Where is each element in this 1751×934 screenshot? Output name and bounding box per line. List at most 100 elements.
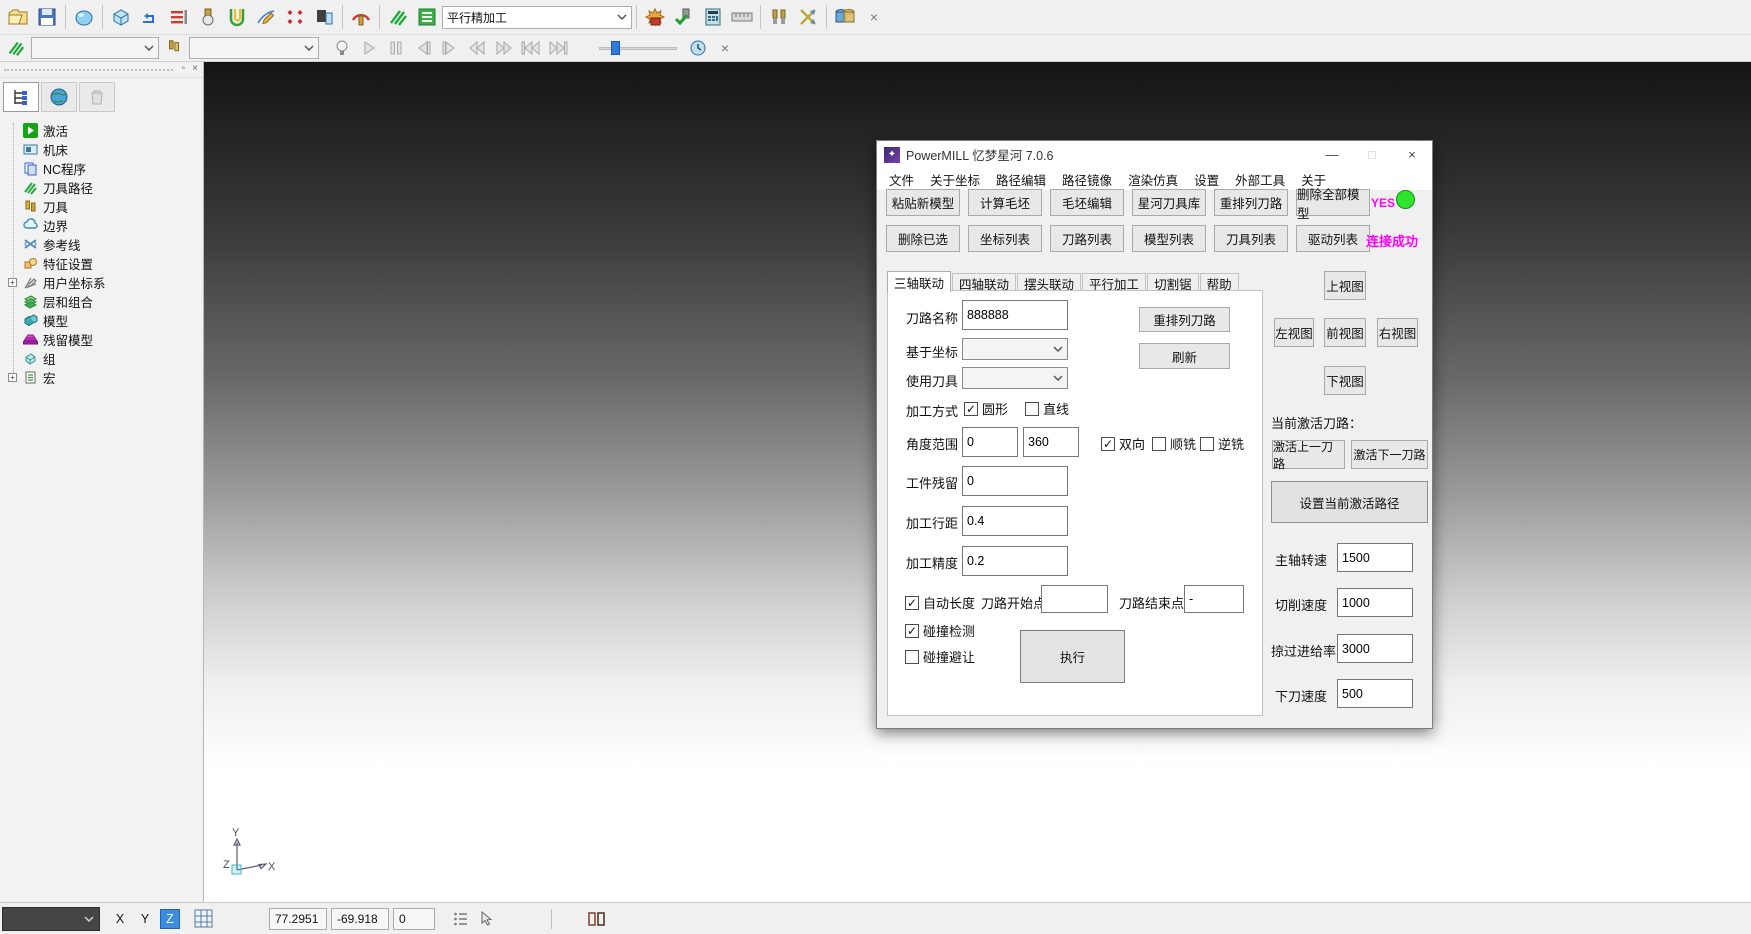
tab-3axis[interactable]: 三轴联动 xyxy=(887,271,951,292)
paste-model-button[interactable]: 粘贴新模型 xyxy=(886,189,960,216)
delete-all-models-button[interactable]: 删除全部模型 xyxy=(1296,189,1370,216)
step-forward-icon[interactable] xyxy=(438,37,462,59)
rearrange-button[interactable]: 重排列刀路 xyxy=(1139,307,1230,332)
simulation-speed-slider[interactable] xyxy=(599,40,677,56)
tree-item-toolpaths[interactable]: 刀具路径 xyxy=(6,178,203,197)
angle-from-input[interactable] xyxy=(962,427,1018,457)
auto-length-checkbox[interactable]: ✓ 自动长度 xyxy=(905,593,975,612)
curve-pencil-icon[interactable] xyxy=(252,3,280,31)
plunge-speed-input[interactable] xyxy=(1337,679,1413,708)
view-bottom-button[interactable]: 下视图 xyxy=(1324,366,1366,395)
skim-feed-input[interactable] xyxy=(1337,634,1413,663)
tool-list-button[interactable]: 刀具列表 xyxy=(1214,225,1288,252)
toolpath-list-button[interactable]: 刀路列表 xyxy=(1050,225,1124,252)
delete-selected-button[interactable]: 删除已选 xyxy=(886,225,960,252)
activate-prev-button[interactable]: 激活上一刀路 xyxy=(1272,440,1345,469)
drive-list-button[interactable]: 驱动列表 xyxy=(1296,225,1370,252)
tree-item-feature-sets[interactable]: 特征设置 xyxy=(6,254,203,273)
tool-pair-icon[interactable] xyxy=(765,3,793,31)
stock-edit-button[interactable]: 毛坯编辑 xyxy=(1050,189,1124,216)
tool-select-dropdown[interactable] xyxy=(189,37,319,59)
tool-holder-icon[interactable] xyxy=(310,3,338,31)
minimize-button[interactable]: — xyxy=(1312,141,1352,168)
trash-tab[interactable] xyxy=(79,82,115,112)
clock-icon[interactable] xyxy=(686,37,710,59)
pointer-icon[interactable] xyxy=(479,911,495,927)
set-active-path-button[interactable]: 设置当前激活路径 xyxy=(1271,481,1428,523)
points-pattern-icon[interactable] xyxy=(281,3,309,31)
float-panel-icon[interactable]: ▫ xyxy=(181,63,185,74)
cylinders-icon[interactable] xyxy=(831,3,859,31)
tool-ball-icon[interactable] xyxy=(194,3,222,31)
tree-item-patterns[interactable]: 参考线 xyxy=(6,235,203,254)
step-back-icon[interactable] xyxy=(411,37,435,59)
play-icon[interactable] xyxy=(357,37,381,59)
collision-check-checkbox[interactable]: ✓ 碰撞检测 xyxy=(905,621,975,640)
view-left-button[interactable]: 左视图 xyxy=(1274,318,1314,347)
tree-item-groups[interactable]: 组 xyxy=(6,349,203,368)
tree-item-boundaries[interactable]: 边界 xyxy=(6,216,203,235)
workplane-dropdown[interactable] xyxy=(2,907,100,931)
save-project-icon[interactable] xyxy=(33,3,61,31)
cross-arrows-icon[interactable] xyxy=(794,3,822,31)
tree-item-activate[interactable]: 激活 xyxy=(6,121,203,140)
explorer-tree-tab[interactable] xyxy=(3,82,39,112)
grid-icon[interactable] xyxy=(194,909,213,928)
z-level-icon[interactable] xyxy=(165,3,193,31)
rearrange-toolpaths-button[interactable]: 重排列刀路 xyxy=(1214,189,1288,216)
menu-file[interactable]: 文件 xyxy=(881,170,922,189)
menu-path-edit[interactable]: 路径编辑 xyxy=(988,170,1054,189)
tree-item-tools[interactable]: 刀具 xyxy=(6,197,203,216)
menu-render-sim[interactable]: 渲染仿真 xyxy=(1120,170,1186,189)
view-right-button[interactable]: 右视图 xyxy=(1377,318,1418,347)
close-toolbar-icon[interactable]: × xyxy=(713,37,737,59)
menu-path-mirror[interactable]: 路径镜像 xyxy=(1054,170,1120,189)
spindle-speed-input[interactable] xyxy=(1337,543,1413,572)
tolerance-input[interactable] xyxy=(962,546,1068,576)
dialog-titlebar[interactable]: ✦ PowerMILL 忆梦星河 7.0.6 — □ × xyxy=(877,141,1432,168)
teapot-icon[interactable] xyxy=(70,3,98,31)
expand-icon[interactable]: + xyxy=(8,278,17,287)
cursor-z-field[interactable]: 0 xyxy=(393,908,435,930)
tree-item-workplanes[interactable]: + 用户坐标系 xyxy=(6,273,203,292)
close-button[interactable]: × xyxy=(1392,141,1432,168)
menu-external-tools[interactable]: 外部工具 xyxy=(1227,170,1293,189)
panel-grip[interactable]: ▫ × xyxy=(0,62,203,78)
tree-item-macros[interactable]: + 宏 xyxy=(6,368,203,387)
cutting-speed-input[interactable] xyxy=(1337,588,1413,617)
axis-z-button[interactable]: Z xyxy=(160,909,180,929)
refresh-button[interactable]: 刷新 xyxy=(1139,343,1230,369)
calc-stock-button[interactable]: 计算毛坯 xyxy=(968,189,1042,216)
strategy-list-icon[interactable] xyxy=(413,3,441,31)
tool-arc-icon[interactable] xyxy=(347,3,375,31)
close-panel-icon[interactable]: × xyxy=(192,63,198,74)
tree-item-levels[interactable]: 层和组合 xyxy=(6,292,203,311)
tree-item-models[interactable]: 模型 xyxy=(6,311,203,330)
stock-input[interactable] xyxy=(962,466,1068,496)
circle-checkbox[interactable]: ✓ 圆形 xyxy=(964,399,1008,418)
menu-coords[interactable]: 关于坐标 xyxy=(922,170,988,189)
tool-library-button[interactable]: 星河刀具库 xyxy=(1132,189,1206,216)
coord-dropdown[interactable] xyxy=(962,338,1068,360)
maximize-button[interactable]: □ xyxy=(1352,141,1392,168)
block-icon[interactable] xyxy=(107,3,135,31)
tree-item-machine[interactable]: 机床 xyxy=(6,140,203,159)
collision-check-icon[interactable] xyxy=(223,3,251,31)
menu-settings[interactable]: 设置 xyxy=(1186,170,1227,189)
go-start-icon[interactable] xyxy=(519,37,543,59)
strategy-preset-dropdown[interactable]: 平行精加工 xyxy=(442,6,632,29)
toolpath-spring-icon[interactable] xyxy=(384,3,412,31)
start-point-input[interactable] xyxy=(1041,585,1108,613)
collision-avoid-checkbox[interactable]: 碰撞避让 xyxy=(905,647,975,666)
lightbulb-icon[interactable] xyxy=(330,37,354,59)
expand-icon[interactable]: + xyxy=(8,373,17,382)
axis-x-button[interactable]: X xyxy=(110,909,130,929)
toolpath-strategy-icon[interactable] xyxy=(136,3,164,31)
view-top-button[interactable]: 上视图 xyxy=(1324,271,1366,300)
stepover-input[interactable] xyxy=(962,506,1068,536)
fast-forward-icon[interactable] xyxy=(492,37,516,59)
view-front-button[interactable]: 前视图 xyxy=(1324,318,1366,347)
line-checkbox[interactable]: 直线 xyxy=(1025,399,1069,418)
coord-list-button[interactable]: 坐标列表 xyxy=(968,225,1042,252)
cursor-y-field[interactable]: -69.918 xyxy=(331,908,389,930)
